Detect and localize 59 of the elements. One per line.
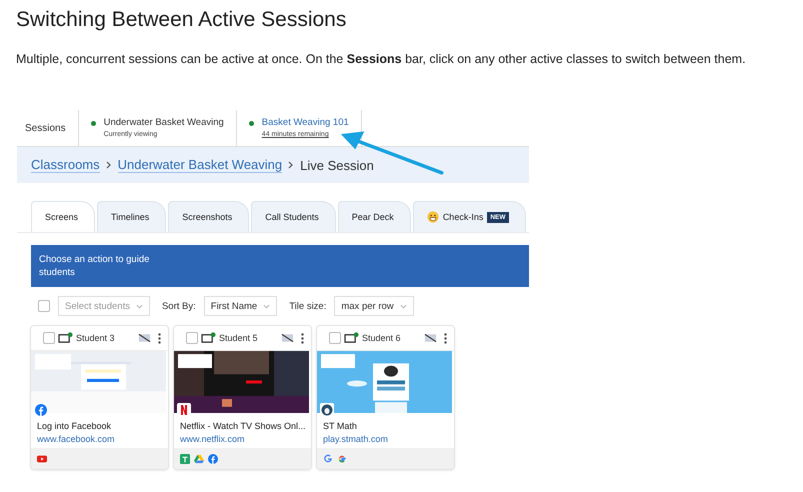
page-title: Netflix - Watch TV Shows Onl... [180, 421, 305, 431]
spreadsheet-icon[interactable] [180, 454, 190, 464]
caret-icon [400, 304, 407, 308]
tab[interactable]: Timelines [97, 201, 166, 232]
student-checkbox[interactable] [329, 332, 341, 344]
chevron-icon [288, 161, 294, 169]
student-name: Student 5 [219, 333, 259, 343]
facebook-icon [34, 403, 48, 417]
intro-paragraph: Multiple, concurrent sessions can be active at once. On the Sessions bar, click on any other active classes to switch between them. [16, 52, 747, 66]
page-title: ST Math [323, 421, 358, 431]
tab[interactable]: Pear Deck [338, 201, 411, 232]
student-card[interactable]: Student 6 ST Math play.stmath.com [317, 326, 454, 469]
breadcrumb-current: Live Session [300, 158, 374, 172]
sort-label: Sort By: [162, 300, 196, 312]
tab[interactable]: Screens [31, 201, 96, 232]
smiley-icon [426, 211, 439, 223]
action-banner: Choose an action to guide students [31, 245, 529, 287]
facebook-icon[interactable] [208, 454, 218, 464]
student-checkbox[interactable] [43, 332, 55, 344]
tab[interactable]: Screenshots [168, 201, 250, 232]
status-dot-icon [248, 121, 254, 126]
sessions-label: Sessions [17, 110, 79, 146]
triangle-drive-icon[interactable] [194, 454, 204, 464]
page-title: Log into Facebook [37, 421, 112, 431]
monitor-icon [201, 332, 216, 344]
monitor-icon [344, 332, 359, 344]
more-options-icon[interactable] [301, 332, 304, 344]
session-link[interactable]: Basket Weaving 101 [262, 117, 349, 128]
page-title: Switching Between Active Sessions [16, 8, 346, 32]
sort-dropdown[interactable]: First Name [204, 296, 278, 316]
student-card[interactable]: Student 5 Netflix - Watch TV Shows Onl... www.netflix.com [174, 326, 311, 469]
n-logo-icon [177, 403, 191, 417]
student-name: Student 3 [76, 333, 116, 343]
tab[interactable]: Call Students [251, 201, 336, 232]
monitor-icon [58, 332, 73, 344]
caret-icon [136, 304, 143, 308]
student-name: Student 6 [362, 333, 402, 343]
g-logo-icon[interactable] [323, 454, 333, 464]
more-options-icon[interactable] [444, 332, 447, 344]
select-all-checkbox[interactable] [38, 300, 50, 312]
hidden-screen-icon[interactable] [424, 333, 437, 343]
video-play-icon[interactable] [37, 454, 47, 464]
page-url[interactable]: www.netflix.com [180, 434, 305, 444]
breadcrumb-link[interactable]: Underwater Basket Weaving [118, 157, 282, 173]
tile-size-dropdown[interactable]: max per row [334, 296, 414, 316]
page-url[interactable]: play.stmath.com [323, 434, 448, 444]
session-name: Underwater Basket Weaving [104, 117, 224, 128]
chevron-icon [106, 161, 112, 169]
hidden-screen-icon[interactable] [281, 333, 294, 343]
g-logo-icon[interactable] [337, 454, 347, 464]
caret-icon [263, 304, 270, 308]
status-dot-icon [90, 121, 96, 126]
breadcrumb-link[interactable]: Classrooms [31, 157, 100, 173]
more-options-icon[interactable] [158, 332, 161, 344]
page-url[interactable]: www.facebook.com [37, 434, 162, 444]
hidden-screen-icon[interactable] [138, 333, 151, 343]
student-checkbox[interactable] [186, 332, 198, 344]
tile-size-label: Tile size: [289, 300, 326, 312]
student-card[interactable]: Student 3 Log into Facebook www.facebook.com [31, 326, 168, 469]
